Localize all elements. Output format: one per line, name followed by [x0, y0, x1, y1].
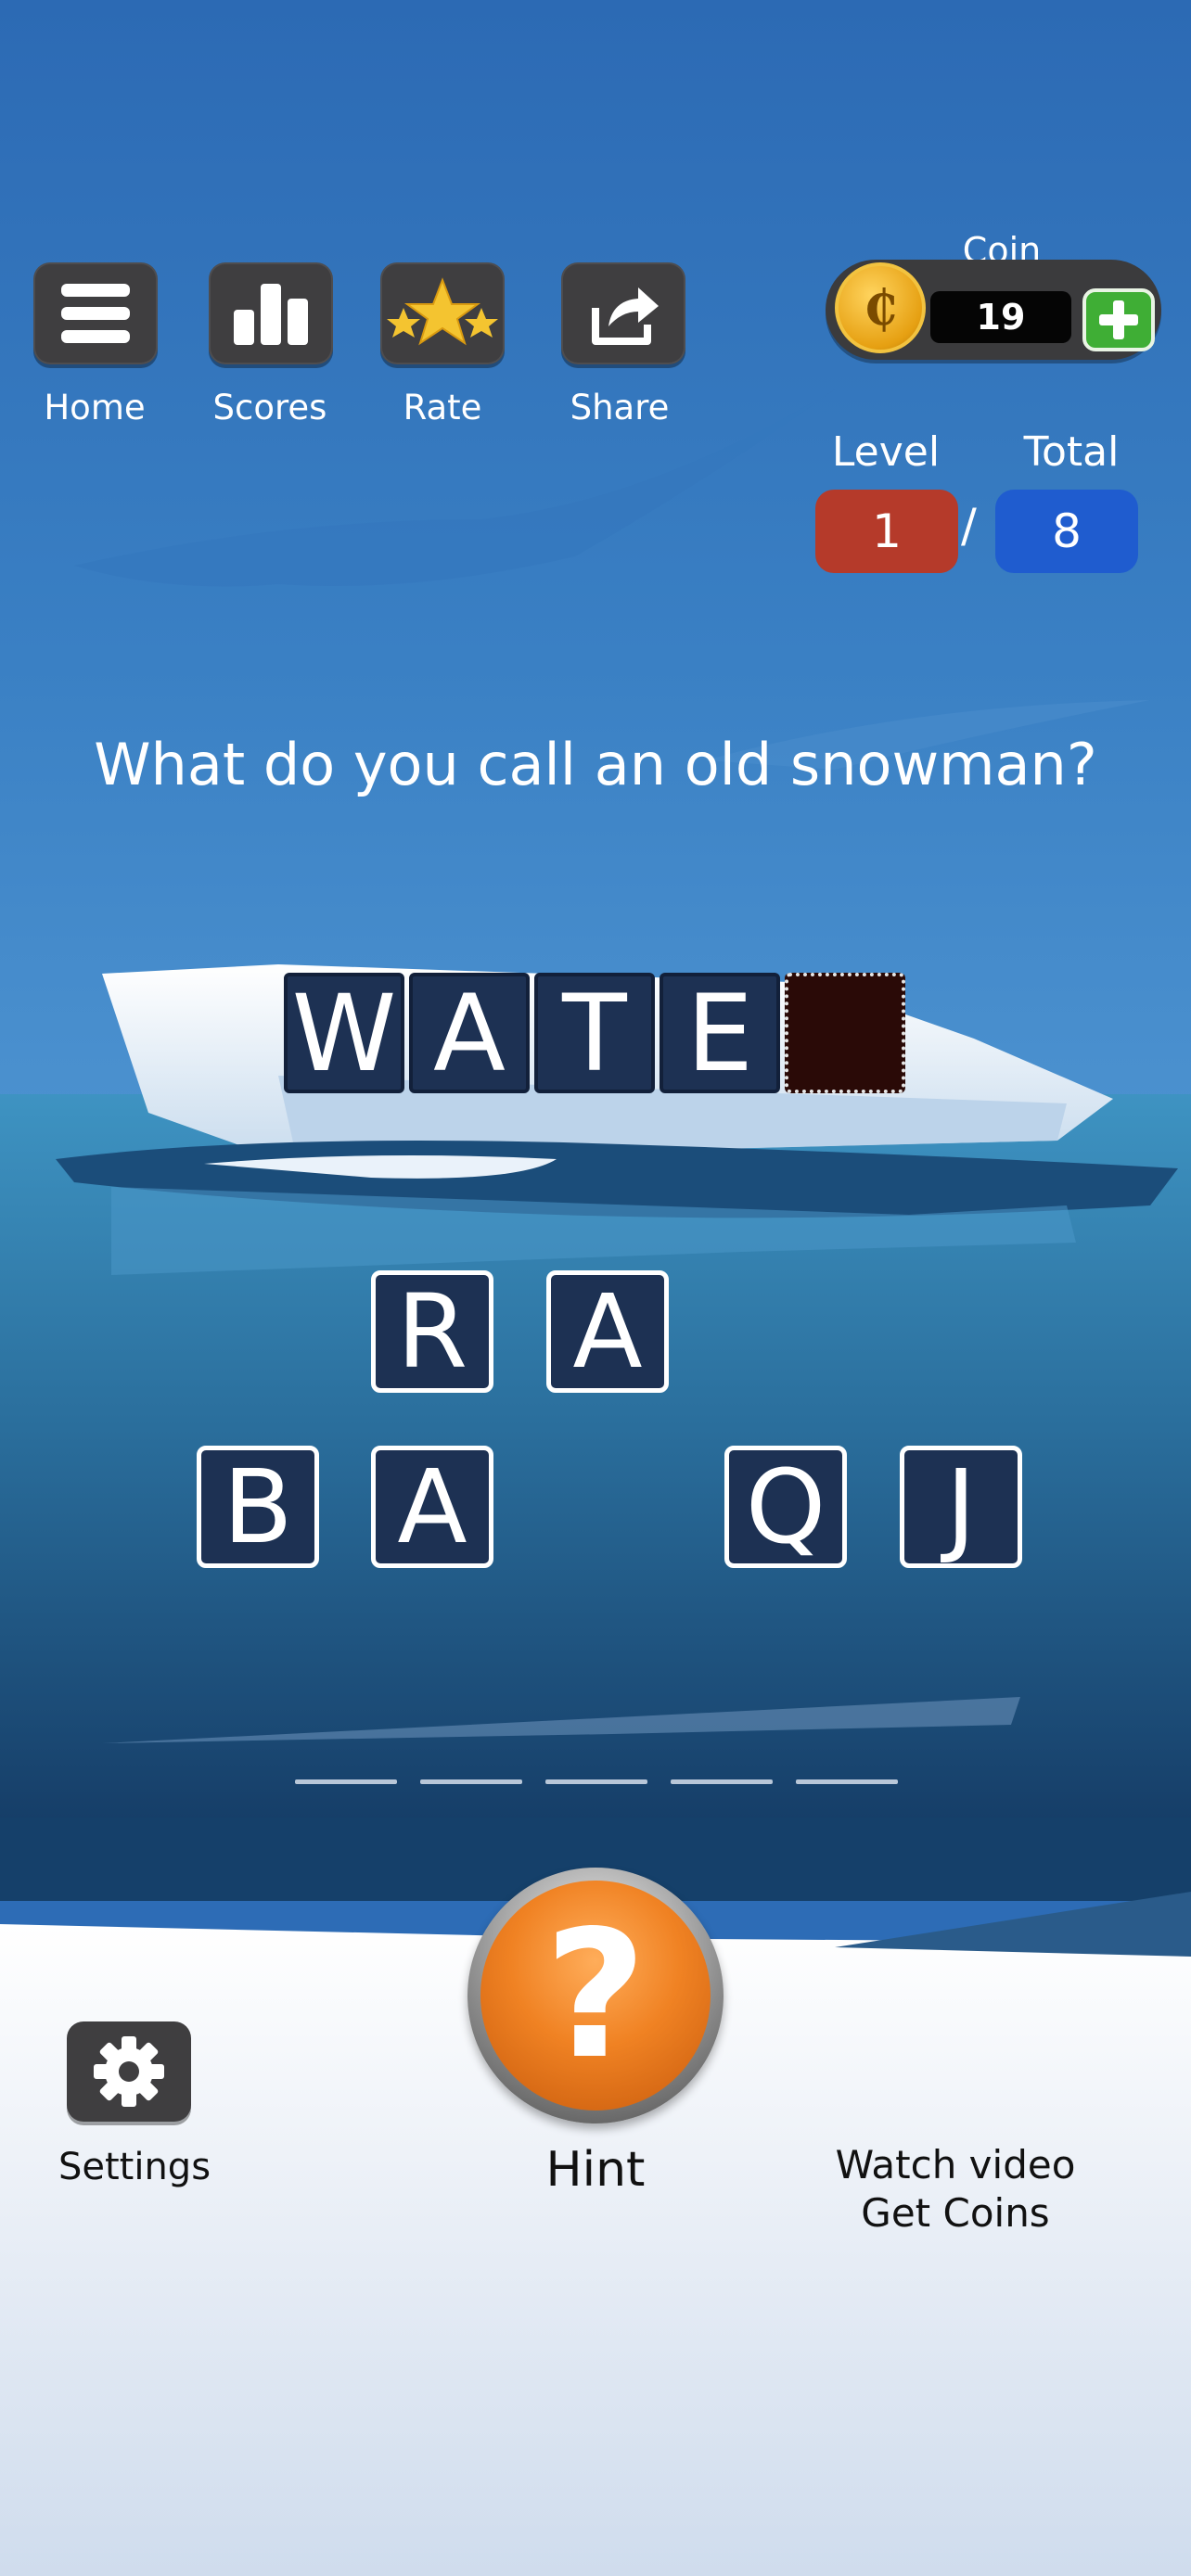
progress-dash [671, 1779, 773, 1784]
home-button[interactable] [33, 262, 158, 364]
watch-video-button[interactable]: Watch video Get Coins [807, 2142, 1104, 2242]
add-coins-button[interactable] [1082, 288, 1155, 351]
coin-count: 19 [930, 291, 1071, 343]
letter-tile[interactable]: Q [724, 1446, 847, 1568]
answer-empty-slot[interactable] [785, 973, 905, 1093]
coin-icon: ₵ [835, 262, 926, 353]
watch-video-label: Watch video [835, 2142, 1076, 2187]
settings-label: Settings [58, 2146, 211, 2188]
rate-button[interactable] [380, 262, 505, 364]
level-value: 1 [815, 490, 958, 573]
bar-chart-icon [234, 284, 308, 345]
scores-button[interactable] [209, 262, 333, 364]
answer-letter[interactable]: W [284, 973, 404, 1093]
letter-tile[interactable]: J [900, 1446, 1022, 1568]
settings-button[interactable] [67, 2021, 191, 2122]
progress-dash [295, 1779, 397, 1784]
level-separator: / [961, 499, 977, 553]
letter-tile[interactable]: R [371, 1270, 493, 1393]
answer-letter[interactable]: A [409, 973, 530, 1093]
scores-label: Scores [212, 388, 327, 427]
rate-label: Rate [403, 388, 482, 427]
progress-dash [796, 1779, 898, 1784]
letter-tile[interactable]: B [197, 1446, 319, 1568]
stars-icon [387, 277, 498, 346]
total-value: 8 [995, 490, 1138, 573]
share-label: Share [570, 388, 670, 427]
total-label: Total [1023, 428, 1120, 476]
gear-icon [94, 2036, 164, 2107]
hint-label: Hint [545, 2142, 646, 2198]
answer-letter[interactable]: T [534, 973, 655, 1093]
level-label: Level [831, 428, 941, 476]
share-icon [592, 287, 659, 345]
progress-dash [545, 1779, 647, 1784]
letter-tile[interactable]: A [546, 1270, 669, 1393]
home-label: Home [44, 388, 146, 427]
question-text: What do you call an old snowman? [94, 731, 1097, 798]
answer-letter[interactable]: E [660, 973, 780, 1093]
hint-button[interactable]: ? [480, 1881, 711, 2111]
plus-icon [1099, 300, 1138, 339]
letter-tile[interactable]: A [371, 1446, 493, 1568]
progress-dash [420, 1779, 522, 1784]
menu-icon [61, 284, 130, 343]
get-coins-label: Get Coins [861, 2190, 1050, 2236]
share-button[interactable] [561, 262, 685, 364]
